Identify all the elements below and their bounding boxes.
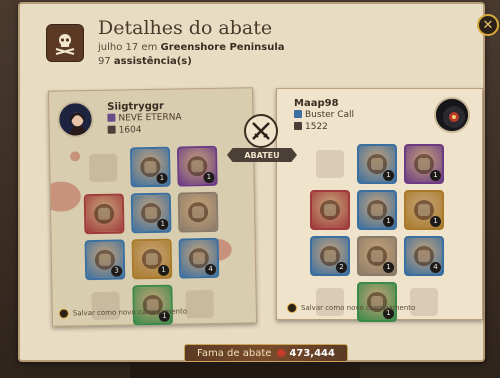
killer-equipment-grid: 1113141 [83, 145, 220, 326]
fame-drop-icon [275, 347, 288, 359]
equipment-slot[interactable]: 2 [310, 236, 350, 276]
background-strip [130, 364, 360, 378]
empty-slot [404, 282, 444, 322]
killer-guild: NEVE ETERNA [107, 112, 182, 124]
equipment-slot[interactable]: 1 [129, 146, 171, 188]
equipment-slot[interactable]: 1 [130, 192, 172, 234]
equipment-slot[interactable]: 1 [357, 282, 397, 322]
skull-crossbones-icon [46, 24, 84, 62]
close-button[interactable]: ✕ [477, 14, 499, 36]
bow-icon [86, 196, 123, 233]
empty-slot [179, 284, 220, 325]
empty-slot-placeholder [316, 150, 344, 178]
victim-item-power: 1522 [294, 122, 328, 132]
assist-count: 97 assistência(s) [98, 56, 192, 67]
save-loadout-icon [58, 308, 69, 319]
sword-icon [312, 192, 348, 228]
equipment-slot[interactable]: 1 [357, 236, 397, 276]
kill-date-location: julho 17 em Greenshore Peninsula [98, 42, 285, 53]
equipment-slot[interactable]: 4 [404, 236, 444, 276]
assist-label: assistência(s) [113, 56, 192, 67]
victim-item-power-value: 1522 [305, 122, 328, 132]
victim-save-loadout-label: Salvar como novo carregamento [301, 304, 416, 312]
equipment-slot[interactable]: 1 [132, 284, 174, 326]
crossed-swords-icon [244, 114, 278, 148]
equipment-slot[interactable] [310, 190, 350, 230]
kill-location: Greenshore Peninsula [160, 42, 285, 53]
guild-icon [107, 113, 116, 122]
victim-guild-name: Buster Call [305, 110, 354, 120]
crossbow-ghost-icon [180, 194, 217, 231]
empty-slot-placeholder [89, 153, 118, 183]
guild-icon [294, 110, 302, 118]
equipment-slot[interactable]: 1 [357, 190, 397, 230]
equipment-slot[interactable]: 1 [404, 144, 444, 184]
close-icon: ✕ [482, 17, 494, 33]
kill-fame-bar: Fama de abate 473,444 [184, 344, 348, 362]
equipment-slot[interactable]: 4 [178, 237, 220, 279]
killer-avatar[interactable] [57, 101, 94, 138]
victim-avatar[interactable] [434, 97, 470, 133]
item-quantity-badge: 4 [430, 262, 441, 273]
victim-name: Maap98 [294, 98, 339, 109]
equipment-slot[interactable]: 1 [131, 238, 173, 280]
item-quantity-badge: 2 [336, 262, 347, 273]
item-power-icon [294, 122, 302, 130]
killer-name: Siigtryggr [107, 100, 165, 113]
assist-number: 97 [98, 56, 111, 67]
empty-slot-placeholder [185, 289, 214, 319]
killer-item-power: 1604 [107, 125, 142, 136]
item-quantity-badge: 1 [383, 262, 394, 273]
item-power-icon [107, 125, 116, 134]
empty-slot [83, 148, 124, 189]
equipment-slot[interactable]: 1 [404, 190, 444, 230]
empty-slot [85, 285, 126, 326]
save-loadout-icon [287, 303, 297, 313]
victim-save-loadout-button[interactable]: Salvar como novo carregamento [287, 303, 415, 313]
victim-card: Maap98 Buster Call 1522 11112141 Salvar … [276, 88, 483, 322]
item-quantity-badge: 1 [430, 216, 441, 227]
killer-card: Siigtryggr NEVE ETERNA 1604 1113141 Salv… [47, 87, 258, 327]
kill-details-panel: Detalhes do abate julho 17 em Greenshore… [18, 2, 499, 362]
item-quantity-badge: 1 [430, 170, 441, 181]
equipment-slot[interactable]: 3 [84, 239, 126, 281]
killer-item-power-value: 1604 [118, 125, 142, 136]
kill-fame-label: Fama de abate [197, 347, 272, 359]
empty-slot [310, 144, 350, 184]
victim-equipment-grid: 11112141 [310, 144, 444, 322]
victim-guild: Buster Call [294, 110, 354, 120]
equipment-slot[interactable] [83, 193, 125, 235]
equipment-slot[interactable]: 1 [176, 145, 218, 187]
equipment-slot[interactable] [177, 191, 219, 233]
killed-label: ABATEU [227, 148, 297, 162]
killer-save-loadout-label: Salvar como novo carregamento [72, 307, 188, 318]
equipment-slot[interactable]: 1 [357, 144, 397, 184]
kill-date: julho 17 em [98, 42, 158, 53]
kill-fame-value: 473,444 [289, 347, 335, 359]
killer-guild-name: NEVE ETERNA [118, 112, 182, 124]
item-quantity-badge: 1 [383, 170, 394, 181]
item-quantity-badge: 1 [383, 216, 394, 227]
empty-slot [310, 282, 350, 322]
panel-title: Detalhes do abate [98, 17, 273, 39]
